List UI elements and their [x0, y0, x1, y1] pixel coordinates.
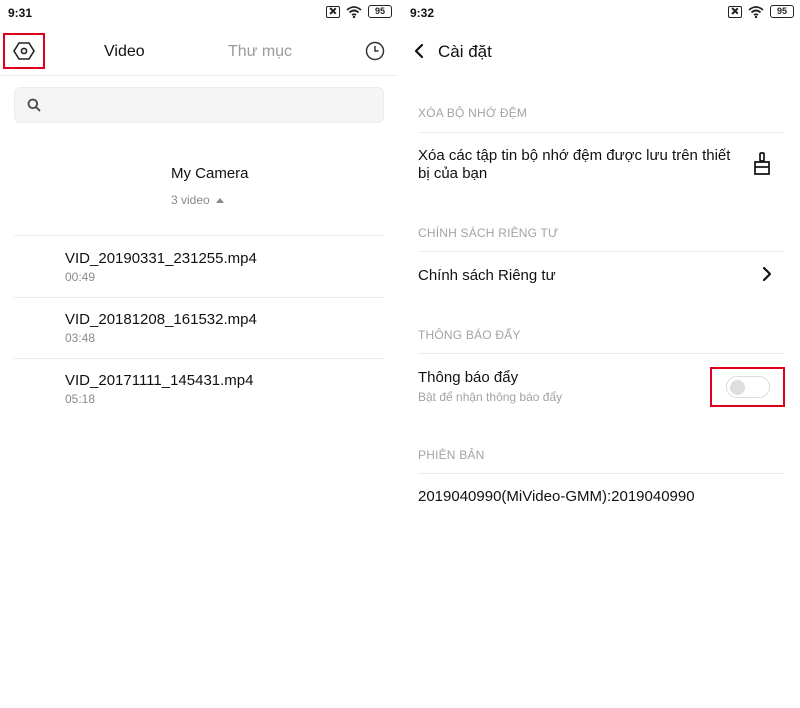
version-value: 2019040990(MiVideo-GMM):2019040990	[418, 488, 695, 505]
back-arrow-icon[interactable]	[412, 42, 426, 60]
status-time: 9:32	[410, 6, 435, 20]
divider	[418, 132, 784, 133]
video-duration: 05:18	[65, 392, 96, 406]
video-name: VID_20190331_231255.mp4	[65, 250, 257, 267]
folder-count-label: 3 video	[171, 193, 210, 207]
battery-icon: 95	[770, 5, 794, 18]
privacy-policy-item[interactable]: Chính sách Riêng tư	[418, 267, 556, 285]
settings-button[interactable]	[3, 33, 45, 69]
section-header-push: THÔNG BÁO ĐẨY	[418, 328, 521, 342]
collapse-arrow-icon	[215, 197, 224, 203]
push-notification-subtitle: Bật để nhận thông báo đẩy	[418, 390, 563, 404]
section-header-cache: XÓA BỘ NHỚ ĐỆM	[418, 106, 528, 120]
wifi-icon	[346, 5, 362, 18]
push-toggle-highlight	[710, 367, 785, 407]
folder-count[interactable]: 3 video	[171, 193, 224, 207]
status-bar: 9:31 95	[0, 0, 398, 26]
divider	[14, 358, 384, 359]
history-clock-icon[interactable]	[365, 41, 385, 61]
video-duration: 00:49	[65, 270, 96, 284]
folder-title[interactable]: My Camera	[171, 165, 249, 182]
toggle-knob	[729, 380, 745, 395]
battery-icon: 95	[368, 5, 392, 18]
list-item[interactable]: VID_20190331_231255.mp4 00:49	[65, 250, 257, 284]
hexagon-settings-icon	[13, 42, 35, 60]
push-notification-title: Thông báo đẩy	[418, 369, 519, 386]
section-header-privacy: CHÍNH SÁCH RIÊNG TƯ	[418, 226, 559, 240]
tab-video[interactable]: Video	[104, 43, 145, 61]
status-bar: 9:32 95	[402, 0, 800, 26]
page-title: Cài đặt	[438, 42, 492, 61]
list-item[interactable]: VID_20171111_145431.mp4 05:18	[65, 372, 254, 406]
video-duration: 03:48	[65, 331, 96, 345]
divider	[14, 235, 384, 236]
search-icon	[27, 98, 41, 112]
status-time: 9:31	[8, 6, 33, 20]
clear-cache-line1: Xóa các tập tin bộ nhớ đệm được lưu trên…	[418, 147, 731, 164]
divider	[418, 473, 784, 474]
clear-cache-line2: bị của bạn	[418, 165, 488, 182]
divider	[418, 251, 784, 252]
clear-cache-item[interactable]: Xóa các tập tin bộ nhớ đệm được lưu trên…	[418, 147, 748, 183]
wifi-icon	[748, 5, 764, 18]
section-header-version: PHIÊN BẢN	[418, 448, 485, 462]
tab-folder[interactable]: Thư mục	[228, 43, 292, 61]
search-input[interactable]	[14, 87, 384, 123]
video-name: VID_20181208_161532.mp4	[65, 311, 257, 328]
header-divider	[0, 75, 398, 76]
brush-clean-icon[interactable]	[752, 152, 772, 176]
push-notification-toggle[interactable]	[725, 376, 770, 398]
video-name: VID_20171111_145431.mp4	[65, 372, 254, 389]
divider	[14, 297, 384, 298]
no-sim-icon	[326, 5, 340, 18]
video-library-screen: 9:31 95 Video Thư mục My Camera 3 video …	[0, 0, 398, 708]
chevron-right-icon[interactable]	[762, 266, 772, 282]
list-item[interactable]: VID_20181208_161532.mp4 03:48	[65, 311, 257, 345]
no-sim-icon	[728, 5, 742, 18]
settings-screen: 9:32 95 Cài đặt XÓA BỘ NHỚ ĐỆM Xóa các t…	[402, 0, 800, 708]
divider	[418, 353, 784, 354]
